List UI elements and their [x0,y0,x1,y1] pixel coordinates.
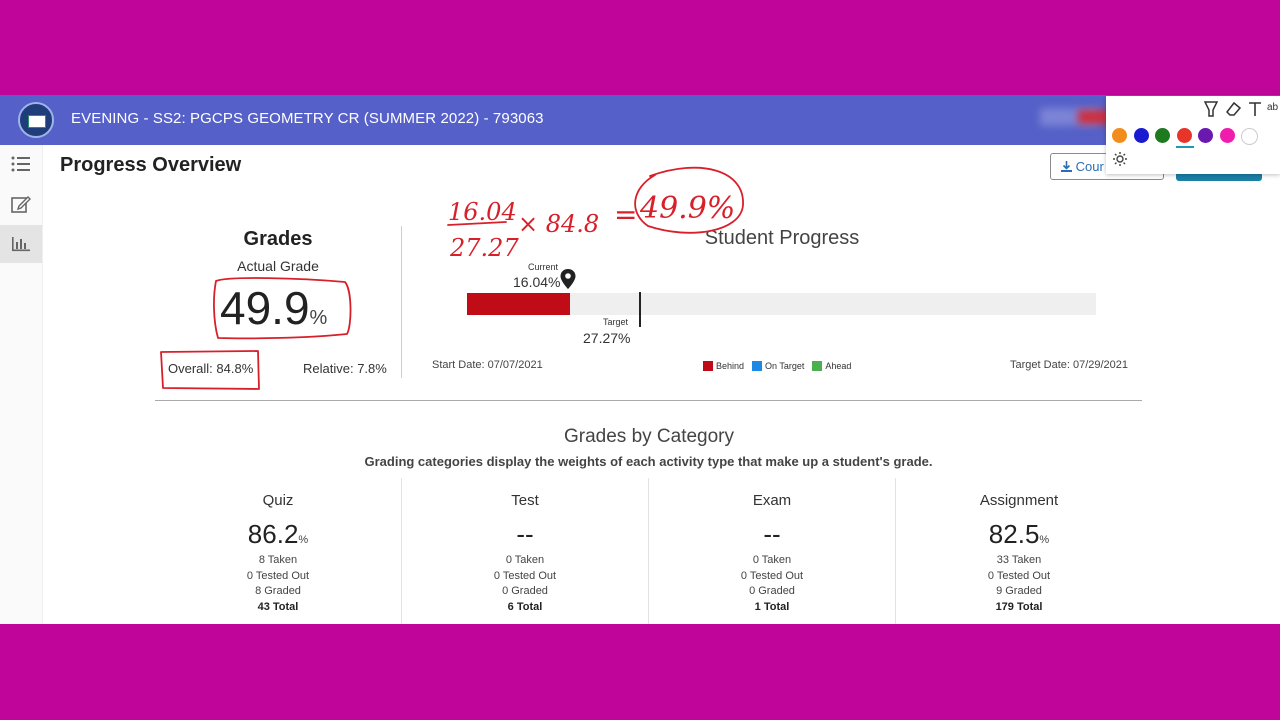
grades-by-category-subtitle: Grading categories display the weights o… [364,454,933,469]
category-total: 43 Total [257,600,299,613]
course-header-bar: EVENING - SS2: PGCPS GEOMETRY CR (SUMMER… [0,95,1280,145]
category-assignment: Assignment 82.5% 33 Taken 0 Tested Out 9… [895,478,1142,624]
category-name: Quiz [262,492,294,509]
ink-color-swatch[interactable] [1112,128,1127,143]
category-graded: 0 Graded [502,585,548,597]
ink-color-swatch[interactable] [1198,128,1213,143]
student-progress-title: Student Progress [704,227,860,249]
category-name: Assignment [979,492,1059,509]
actual-grade-label: Actual Grade [237,258,319,274]
left-sidebar [0,145,43,624]
category-taken: 33 Taken [996,554,1042,566]
grades-heading: Grades [243,228,313,250]
download-icon [1061,161,1072,172]
percent-sign: % [309,307,328,329]
ink-color-swatch[interactable] [1219,128,1235,143]
category-total: 1 Total [754,600,790,613]
progress-behind-fill [467,293,570,315]
grades-by-category-title: Grades by Category [563,426,735,447]
category-taken: 0 Taken [505,554,545,566]
current-label: Current [528,262,559,272]
category-value: -- [763,519,781,549]
legend-behind: Behind [703,361,744,371]
legend-ahead: Ahead [812,361,851,371]
category-value: 86.2% [247,519,309,549]
legend-on-target: On Target [752,361,804,371]
category-value: -- [516,519,534,549]
category-graded: 8 Graded [255,585,301,597]
actual-grade-value: 49.9% [220,282,328,334]
list-nav-button[interactable] [0,145,42,183]
target-marker [639,292,642,327]
app-window: EVENING - SS2: PGCPS GEOMETRY CR (SUMMER… [0,95,1280,624]
location-pin-icon [560,269,576,289]
ink-color-swatch[interactable] [1176,128,1192,143]
category-graded: 9 Graded [996,585,1042,597]
progress-nav-button[interactable] [0,225,42,263]
overall-grade: Overall: 84.8% [168,361,254,376]
ink-color-swatch[interactable] [1133,128,1149,143]
category-name: Test [511,492,539,509]
school-logo-icon[interactable] [18,102,54,138]
gear-icon[interactable] [1112,151,1128,167]
ink-color-swatch[interactable] [1241,128,1258,145]
category-value: 82.5% [988,519,1050,549]
list-icon [11,156,30,172]
ink-color-swatch[interactable] [1155,128,1170,143]
category-tested-out: 0 Tested Out [987,569,1051,582]
edit-icon [11,196,31,213]
category-total: 6 Total [507,600,543,613]
legend-swatch [703,361,713,371]
start-date: Start Date: 07/07/2021 [432,359,543,371]
category-quiz: Quiz 86.2% 8 Taken 0 Tested Out 8 Graded… [155,478,401,624]
section-divider [401,226,402,378]
edit-nav-button[interactable] [0,185,42,223]
category-test: Test -- 0 Taken 0 Tested Out 0 Graded 6 … [401,478,648,624]
selected-color-indicator [1176,146,1194,148]
target-date: Target Date: 07/29/2021 [1010,359,1129,371]
bar-chart-icon [12,237,30,252]
category-cards: Quiz 86.2% 8 Taken 0 Tested Out 8 Graded… [155,478,1142,624]
target-label: Target [603,317,629,327]
progress-legend: Behind On Target Ahead [703,361,851,371]
legend-swatch [752,361,763,371]
current-value: 16.04% [513,274,561,290]
highlighter-icon[interactable] [1204,101,1218,117]
category-exam: Exam -- 0 Taken 0 Tested Out 0 Graded 1 … [648,478,895,624]
category-total: 179 Total [995,600,1043,613]
horizontal-divider [155,400,1142,401]
legend-swatch [812,361,823,371]
course-button-label: Cour [1075,159,1104,174]
category-graded: 0 Graded [749,585,795,597]
page-title: Progress Overview [60,154,242,176]
course-title: EVENING - SS2: PGCPS GEOMETRY CR (SUMMER… [71,110,544,127]
relative-grade: Relative: 7.8% [303,361,387,376]
category-tested-out: 0 Tested Out [493,569,557,582]
text-tool-label[interactable]: ab [1267,102,1278,113]
category-tested-out: 0 Tested Out [246,569,310,582]
target-value: 27.27% [583,330,631,346]
category-taken: 0 Taken [752,554,792,566]
text-tool-icon[interactable] [1248,101,1262,117]
category-name: Exam [752,492,792,509]
category-tested-out: 0 Tested Out [740,569,804,582]
category-taken: 8 Taken [258,554,298,566]
eraser-icon[interactable] [1225,101,1241,117]
